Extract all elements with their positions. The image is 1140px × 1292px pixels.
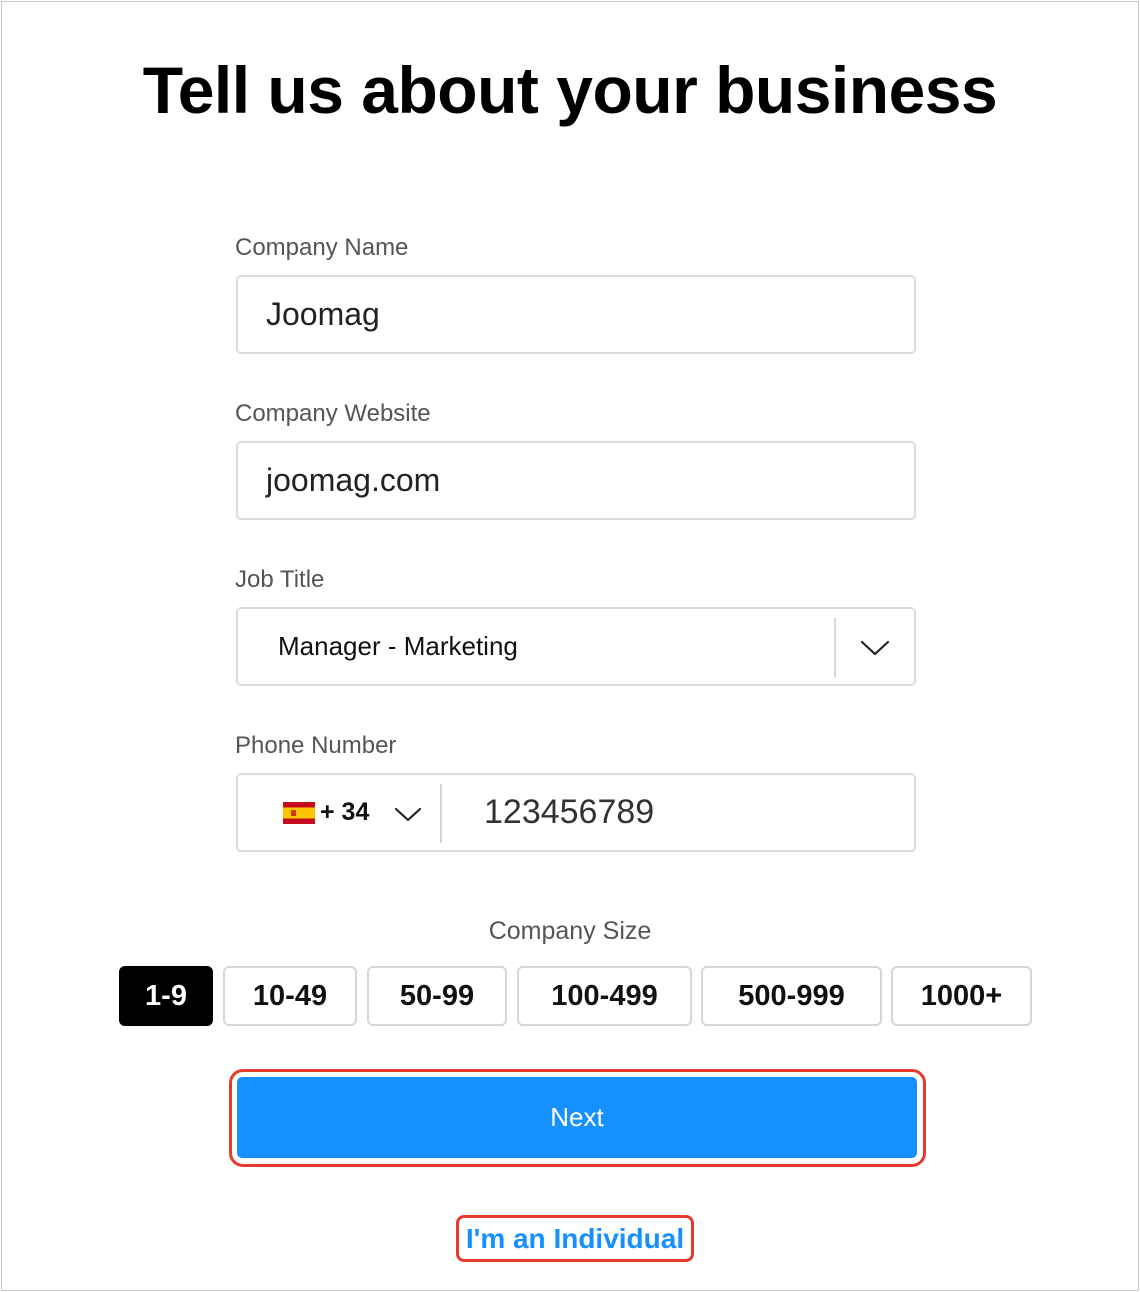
- next-button[interactable]: Next: [237, 1077, 917, 1158]
- chevron-down-icon[interactable]: [860, 639, 890, 657]
- phone-number-input[interactable]: 123456789: [484, 775, 654, 850]
- company-name-value: Joomag: [266, 296, 380, 332]
- size-option-10-49[interactable]: 10-49: [223, 966, 357, 1026]
- size-option-100-499[interactable]: 100-499: [517, 966, 692, 1026]
- job-title-label: Job Title: [235, 566, 325, 593]
- job-title-select[interactable]: Manager - Marketing: [236, 607, 916, 686]
- chevron-down-icon: [394, 807, 422, 822]
- size-option-50-99[interactable]: 50-99: [367, 966, 507, 1026]
- spain-flag-icon: [283, 802, 315, 824]
- signup-page: Tell us about your business Company Name…: [1, 1, 1139, 1291]
- company-website-value: joomag.com: [266, 462, 441, 498]
- company-size-label: Company Size: [488, 917, 652, 945]
- size-option-500-999[interactable]: 500-999: [701, 966, 882, 1026]
- individual-link[interactable]: I'm an Individual: [456, 1215, 694, 1262]
- company-website-input[interactable]: joomag.com: [236, 441, 916, 520]
- country-code-select[interactable]: + 34: [238, 775, 440, 850]
- phone-divider: [440, 784, 442, 843]
- job-title-value: Manager - Marketing: [278, 631, 518, 661]
- company-name-label: Company Name: [235, 234, 409, 261]
- page-title: Tell us about your business: [142, 53, 998, 127]
- size-option-1-9[interactable]: 1-9: [119, 966, 213, 1026]
- size-option-1000-plus[interactable]: 1000+: [891, 966, 1032, 1026]
- phone-number-field: + 34 123456789: [236, 773, 916, 852]
- country-code: + 34: [320, 798, 370, 826]
- select-divider: [834, 618, 836, 677]
- phone-number-label: Phone Number: [235, 732, 397, 759]
- company-name-input[interactable]: Joomag: [236, 275, 916, 354]
- company-website-label: Company Website: [235, 400, 431, 427]
